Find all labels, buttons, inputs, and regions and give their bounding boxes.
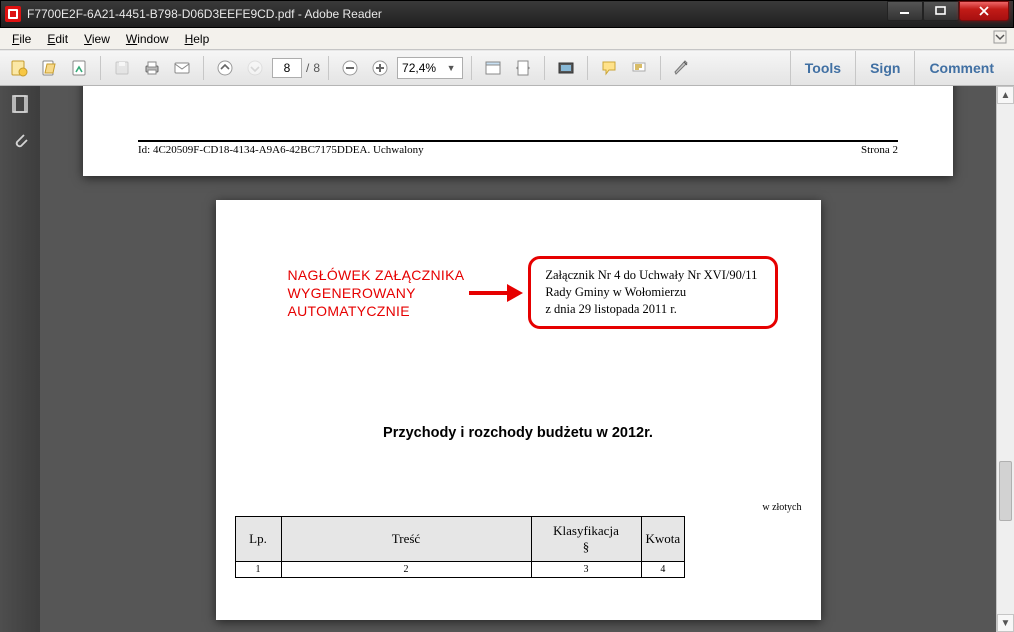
col-kwota: Kwota <box>641 517 685 562</box>
scroll-thumb[interactable] <box>999 461 1012 521</box>
pdf-page-prev: Id: 4C20509F-CD18-4134-A9A6-42BC7175DDEA… <box>83 86 953 176</box>
menu-view[interactable]: View <box>76 30 118 48</box>
thumbnails-icon[interactable] <box>9 94 31 116</box>
page-input[interactable] <box>272 58 302 78</box>
comment-panel-button[interactable]: Comment <box>914 51 1008 85</box>
menu-window[interactable]: Window <box>118 30 177 48</box>
tools-panel-button[interactable]: Tools <box>790 51 855 85</box>
scroll-track[interactable] <box>997 104 1014 614</box>
arrow-right-icon <box>469 282 523 304</box>
workspace: Id: 4C20509F-CD18-4134-A9A6-42BC7175DDEA… <box>0 86 1014 632</box>
navigation-pane <box>0 86 40 632</box>
menu-edit[interactable]: Edit <box>39 30 76 48</box>
document-title: Przychody i rozchody budżetu w 2012r. <box>216 425 821 441</box>
page-navigator: / 8 <box>272 58 320 78</box>
footer-id: Id: 4C20509F-CD18-4134-A9A6-42BC7175DDEA… <box>138 144 424 156</box>
window-title: F7700E2F-6A21-4451-B798-D06D3EEFE9CD.pdf… <box>27 7 887 21</box>
zoom-out-icon[interactable] <box>337 55 363 81</box>
close-button[interactable] <box>959 1 1009 21</box>
maximize-button[interactable] <box>923 1 959 21</box>
vertical-scrollbar[interactable]: ▲ ▼ <box>996 86 1014 632</box>
open-icon[interactable] <box>36 55 62 81</box>
scroll-down-icon[interactable]: ▼ <box>997 614 1014 632</box>
col-tresc: Treść <box>281 517 531 562</box>
page-up-icon[interactable] <box>212 55 238 81</box>
print-icon[interactable] <box>139 55 165 81</box>
zoom-value: 72,4% <box>402 61 442 75</box>
app-icon <box>5 6 21 22</box>
menu-file[interactable]: File <box>4 30 39 48</box>
footer-page: Strona 2 <box>861 144 898 156</box>
comment-icon[interactable] <box>596 55 622 81</box>
pdf-page: NAGŁÓWEK ZAŁĄCZNIKA WYGENEROWANY AUTOMAT… <box>216 200 821 620</box>
attachment-header-box: Załącznik Nr 4 do Uchwały Nr XVI/90/11 R… <box>528 256 778 329</box>
annotation-text: NAGŁÓWEK ZAŁĄCZNIKA WYGENEROWANY AUTOMAT… <box>288 266 465 320</box>
chevron-down-icon: ▼ <box>444 63 458 73</box>
email-icon[interactable] <box>169 55 195 81</box>
menu-overflow-icon[interactable] <box>992 29 1010 48</box>
fit-window-icon[interactable] <box>480 55 506 81</box>
attachments-icon[interactable] <box>9 130 31 152</box>
document-viewport[interactable]: Id: 4C20509F-CD18-4134-A9A6-42BC7175DDEA… <box>40 86 996 632</box>
toolbar: / 8 72,4% ▼ Tools Sign Comment <box>0 50 1014 86</box>
save-icon[interactable] <box>109 55 135 81</box>
menu-help[interactable]: Help <box>177 30 218 48</box>
col-lp: Lp. <box>235 517 281 562</box>
unit-label: w złotych <box>762 502 801 513</box>
zoom-dropdown[interactable]: 72,4% ▼ <box>397 57 463 79</box>
scroll-up-icon[interactable]: ▲ <box>997 86 1014 104</box>
menubar: File Edit View Window Help <box>0 28 1014 50</box>
create-pdf-icon[interactable] <box>66 55 92 81</box>
minimize-button[interactable] <box>887 1 923 21</box>
page-total: 8 <box>313 61 320 75</box>
sign-icon[interactable] <box>669 55 695 81</box>
page-down-icon[interactable] <box>242 55 268 81</box>
zoom-in-icon[interactable] <box>367 55 393 81</box>
col-klasyfikacja: Klasyfikacja§ <box>531 517 641 562</box>
highlight-icon[interactable] <box>626 55 652 81</box>
budget-table: Lp. Treść Klasyfikacja§ Kwota 1 2 3 4 <box>235 516 686 578</box>
convert-pdf-icon[interactable] <box>6 55 32 81</box>
fit-width-icon[interactable] <box>510 55 536 81</box>
sign-panel-button[interactable]: Sign <box>855 51 914 85</box>
read-mode-icon[interactable] <box>553 55 579 81</box>
titlebar: F7700E2F-6A21-4451-B798-D06D3EEFE9CD.pdf… <box>0 0 1014 28</box>
page-separator: / <box>306 61 309 75</box>
